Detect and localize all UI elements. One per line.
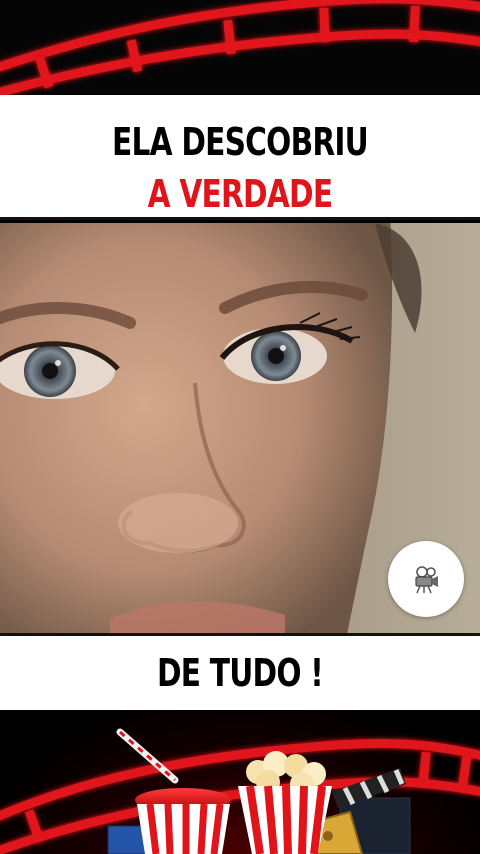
bottom-cinema-banner (0, 710, 480, 854)
movie-camera-button[interactable] (388, 541, 464, 617)
movie-camera-icon (415, 566, 438, 594)
caption-text: DE TUDO ! (156, 651, 324, 695)
popcorn-bucket-icon (238, 751, 332, 854)
top-film-strip-banner (0, 0, 480, 95)
headline-box: ELA DESCOBRIU A VERDADE (0, 95, 480, 220)
headline-line-1: ELA DESCOBRIU (112, 120, 369, 164)
headline-line-2: A VERDADE (147, 172, 333, 216)
caption-box: DE TUDO ! (0, 633, 480, 710)
film-strip-icon (0, 0, 480, 95)
cinema-decor (0, 728, 480, 854)
